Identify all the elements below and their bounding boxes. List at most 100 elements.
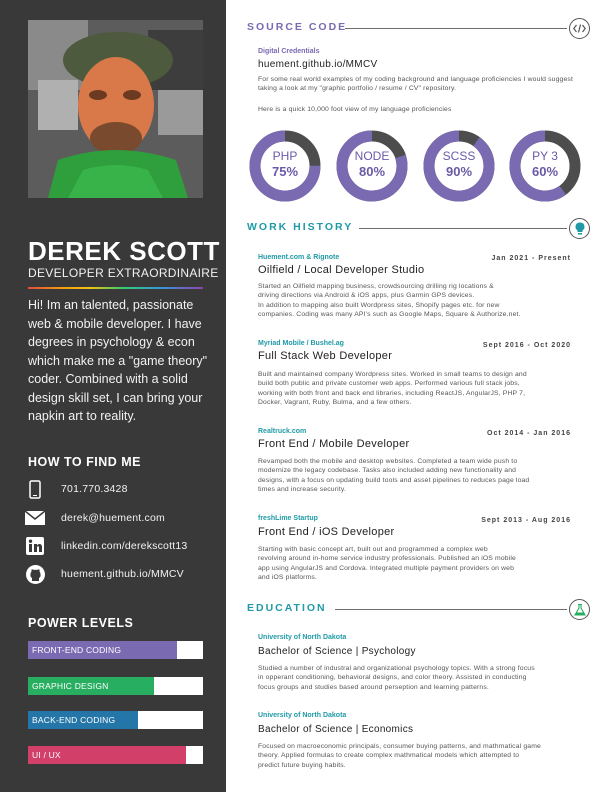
education-degree: Bachelor of Science | Economics	[258, 724, 414, 735]
linkedin-icon	[24, 536, 46, 556]
flask-icon	[569, 599, 590, 620]
contact-linkedin[interactable]: linkedin.com/derekscott13	[24, 534, 187, 558]
language-name: SCSS	[442, 149, 476, 163]
description-line: Revamped both the mobile and desktop web…	[258, 458, 518, 465]
language-name: NODE	[354, 149, 390, 163]
education-degree: Bachelor of Science | Psychology	[258, 646, 416, 657]
power-level-bar: GRAPHIC DESIGN	[28, 677, 203, 695]
job-dates: Oct 2014 - Jan 2016	[487, 430, 571, 437]
section-title: SOURCE CODE	[247, 21, 348, 33]
language-name: PY 3	[532, 149, 558, 163]
source-code-header: SOURCE CODE	[247, 18, 612, 40]
source-code-paragraph: For some real world examples of my codin…	[258, 76, 573, 93]
job-description: Starting with basic concept art, built o…	[258, 545, 576, 582]
description-line: revolving around in-home service industr…	[258, 555, 516, 563]
power-level-fill: GRAPHIC DESIGN	[28, 677, 154, 695]
description-line: companies. Coding was many API's such as…	[258, 310, 521, 318]
contact-text: huement.github.io/MMCV	[61, 568, 184, 580]
power-level-fill: FRONT-END CODING	[28, 641, 177, 659]
description-line: designs, with a focus on updating build …	[258, 476, 530, 484]
profile-photo	[28, 20, 203, 198]
power-level-fill: BACK-END CODING	[28, 711, 139, 729]
job-dates: Sept 2013 - Aug 2016	[481, 517, 571, 524]
education-description: Focused on macroeconomic principals, con…	[258, 742, 576, 770]
profile-role: DEVELOPER EXTRAORDINAIRE	[28, 266, 219, 280]
source-code-paragraph-2: Here is a quick 10,000 foot view of my l…	[258, 106, 452, 113]
education-school: University of North Dakota	[258, 712, 347, 719]
language-donut: NODE 80%	[336, 130, 408, 202]
job-dates: Sept 2016 - Oct 2020	[482, 342, 571, 349]
job-description: Revamped both the mobile and desktop web…	[258, 457, 576, 494]
power-level-label: BACK-END CODING	[32, 715, 116, 725]
work-history-header: WORK HISTORY	[247, 218, 612, 240]
contact-email[interactable]: derek@huement.com	[24, 506, 165, 530]
contact-heading: HOW TO FIND ME	[28, 455, 142, 469]
language-percent: 90%	[445, 164, 473, 179]
section-rule	[335, 609, 567, 610]
main-content: SOURCE CODE Digital Credentials huement.…	[226, 0, 612, 792]
language-percent: 60%	[531, 164, 559, 179]
job-company: Huement.com & Rignote	[258, 254, 340, 261]
language-percent: 75%	[271, 164, 299, 179]
sidebar: DEREK SCOTT DEVELOPER EXTRAORDINAIRE Hi!…	[0, 0, 226, 792]
description-line: In addition to mapping also built Wordpr…	[258, 301, 500, 309]
job-description: Started an Oilfield mapping business, cr…	[258, 282, 576, 319]
description-line: modernize the legacy codebase. Tasks als…	[258, 467, 517, 475]
source-code-label: Digital Credentials	[258, 48, 320, 55]
source-code-link[interactable]: huement.github.io/MMCV	[258, 59, 377, 70]
contact-github[interactable]: huement.github.io/MMCV	[24, 562, 184, 586]
education-header: EDUCATION	[247, 599, 612, 621]
description-line: build both public and private customer w…	[258, 380, 520, 388]
job-company: Realtruck.com	[258, 428, 307, 435]
job-title: Oilfield / Local Developer Studio	[258, 264, 425, 276]
section-rule	[345, 28, 567, 29]
power-level-label: FRONT-END CODING	[32, 645, 122, 655]
profile-name: DEREK SCOTT	[28, 236, 220, 266]
contact-text: derek@huement.com	[61, 512, 165, 524]
description-line: Starting with basic concept art, built o…	[258, 546, 488, 553]
description-line: working with both front and back end lib…	[258, 389, 526, 397]
section-title: EDUCATION	[247, 602, 327, 614]
description-line: driving directions via Android & iOS app…	[258, 292, 475, 300]
power-level-bar: FRONT-END CODING	[28, 641, 203, 659]
language-name: PHP	[272, 149, 298, 163]
job-description: Built and maintained company Wordpress s…	[258, 370, 576, 407]
job-dates: Jan 2021 - Present	[491, 255, 571, 262]
description-line: Started an Oilfield mapping business, cr…	[258, 283, 494, 290]
contact-phone: 701.770.3428	[24, 477, 128, 501]
description-line: times and increase security.	[258, 485, 346, 493]
job-title: Full Stack Web Developer	[258, 350, 393, 362]
description-line: Built and maintained company Wordpress s…	[258, 371, 527, 378]
description-line: Studied a number of industral and organi…	[258, 665, 535, 672]
description-line: theory. Applied formulas to create compl…	[258, 752, 520, 760]
description-line: predict future buying habits.	[258, 761, 346, 769]
language-donut: PHP 75%	[249, 130, 321, 202]
job-title: Front End / Mobile Developer	[258, 438, 410, 450]
mail-icon	[24, 508, 46, 528]
description-line: in opperant conditioning, behavioral des…	[258, 674, 527, 682]
contact-text: 701.770.3428	[61, 483, 128, 495]
language-donut: PY 3 60%	[509, 130, 581, 202]
contact-text: linkedin.com/derekscott13	[61, 540, 188, 552]
job-title: Front End / iOS Developer	[258, 526, 395, 538]
description-line: and iOS platforms.	[258, 573, 317, 581]
job-company: Myriad Mobile / Bushel.ag	[258, 340, 344, 347]
power-level-bar: UI / UX	[28, 746, 203, 764]
power-levels-heading: POWER LEVELS	[28, 616, 134, 630]
language-donut: SCSS 90%	[423, 130, 495, 202]
section-title: WORK HISTORY	[247, 221, 354, 233]
language-percent: 80%	[358, 164, 386, 179]
power-level-bar: BACK-END CODING	[28, 711, 203, 729]
code-icon	[569, 18, 590, 39]
job-company: freshLime Startup	[258, 515, 318, 522]
description-line: Docker, Vagrant, Ruby, Bulma, and a few …	[258, 398, 412, 406]
description-line: Focused on macroeconomic principals, con…	[258, 743, 541, 750]
power-level-fill: UI / UX	[28, 746, 186, 764]
description-line: focus groups and studies based around pe…	[258, 683, 489, 691]
education-description: Studied a number of industral and organi…	[258, 664, 576, 692]
phone-icon	[24, 479, 46, 499]
profile-photo-art	[28, 20, 203, 198]
profile-bio: Hi! Im an talented, passionate web & mob…	[28, 298, 208, 423]
education-school: University of North Dakota	[258, 634, 347, 641]
power-level-label: GRAPHIC DESIGN	[32, 681, 109, 691]
